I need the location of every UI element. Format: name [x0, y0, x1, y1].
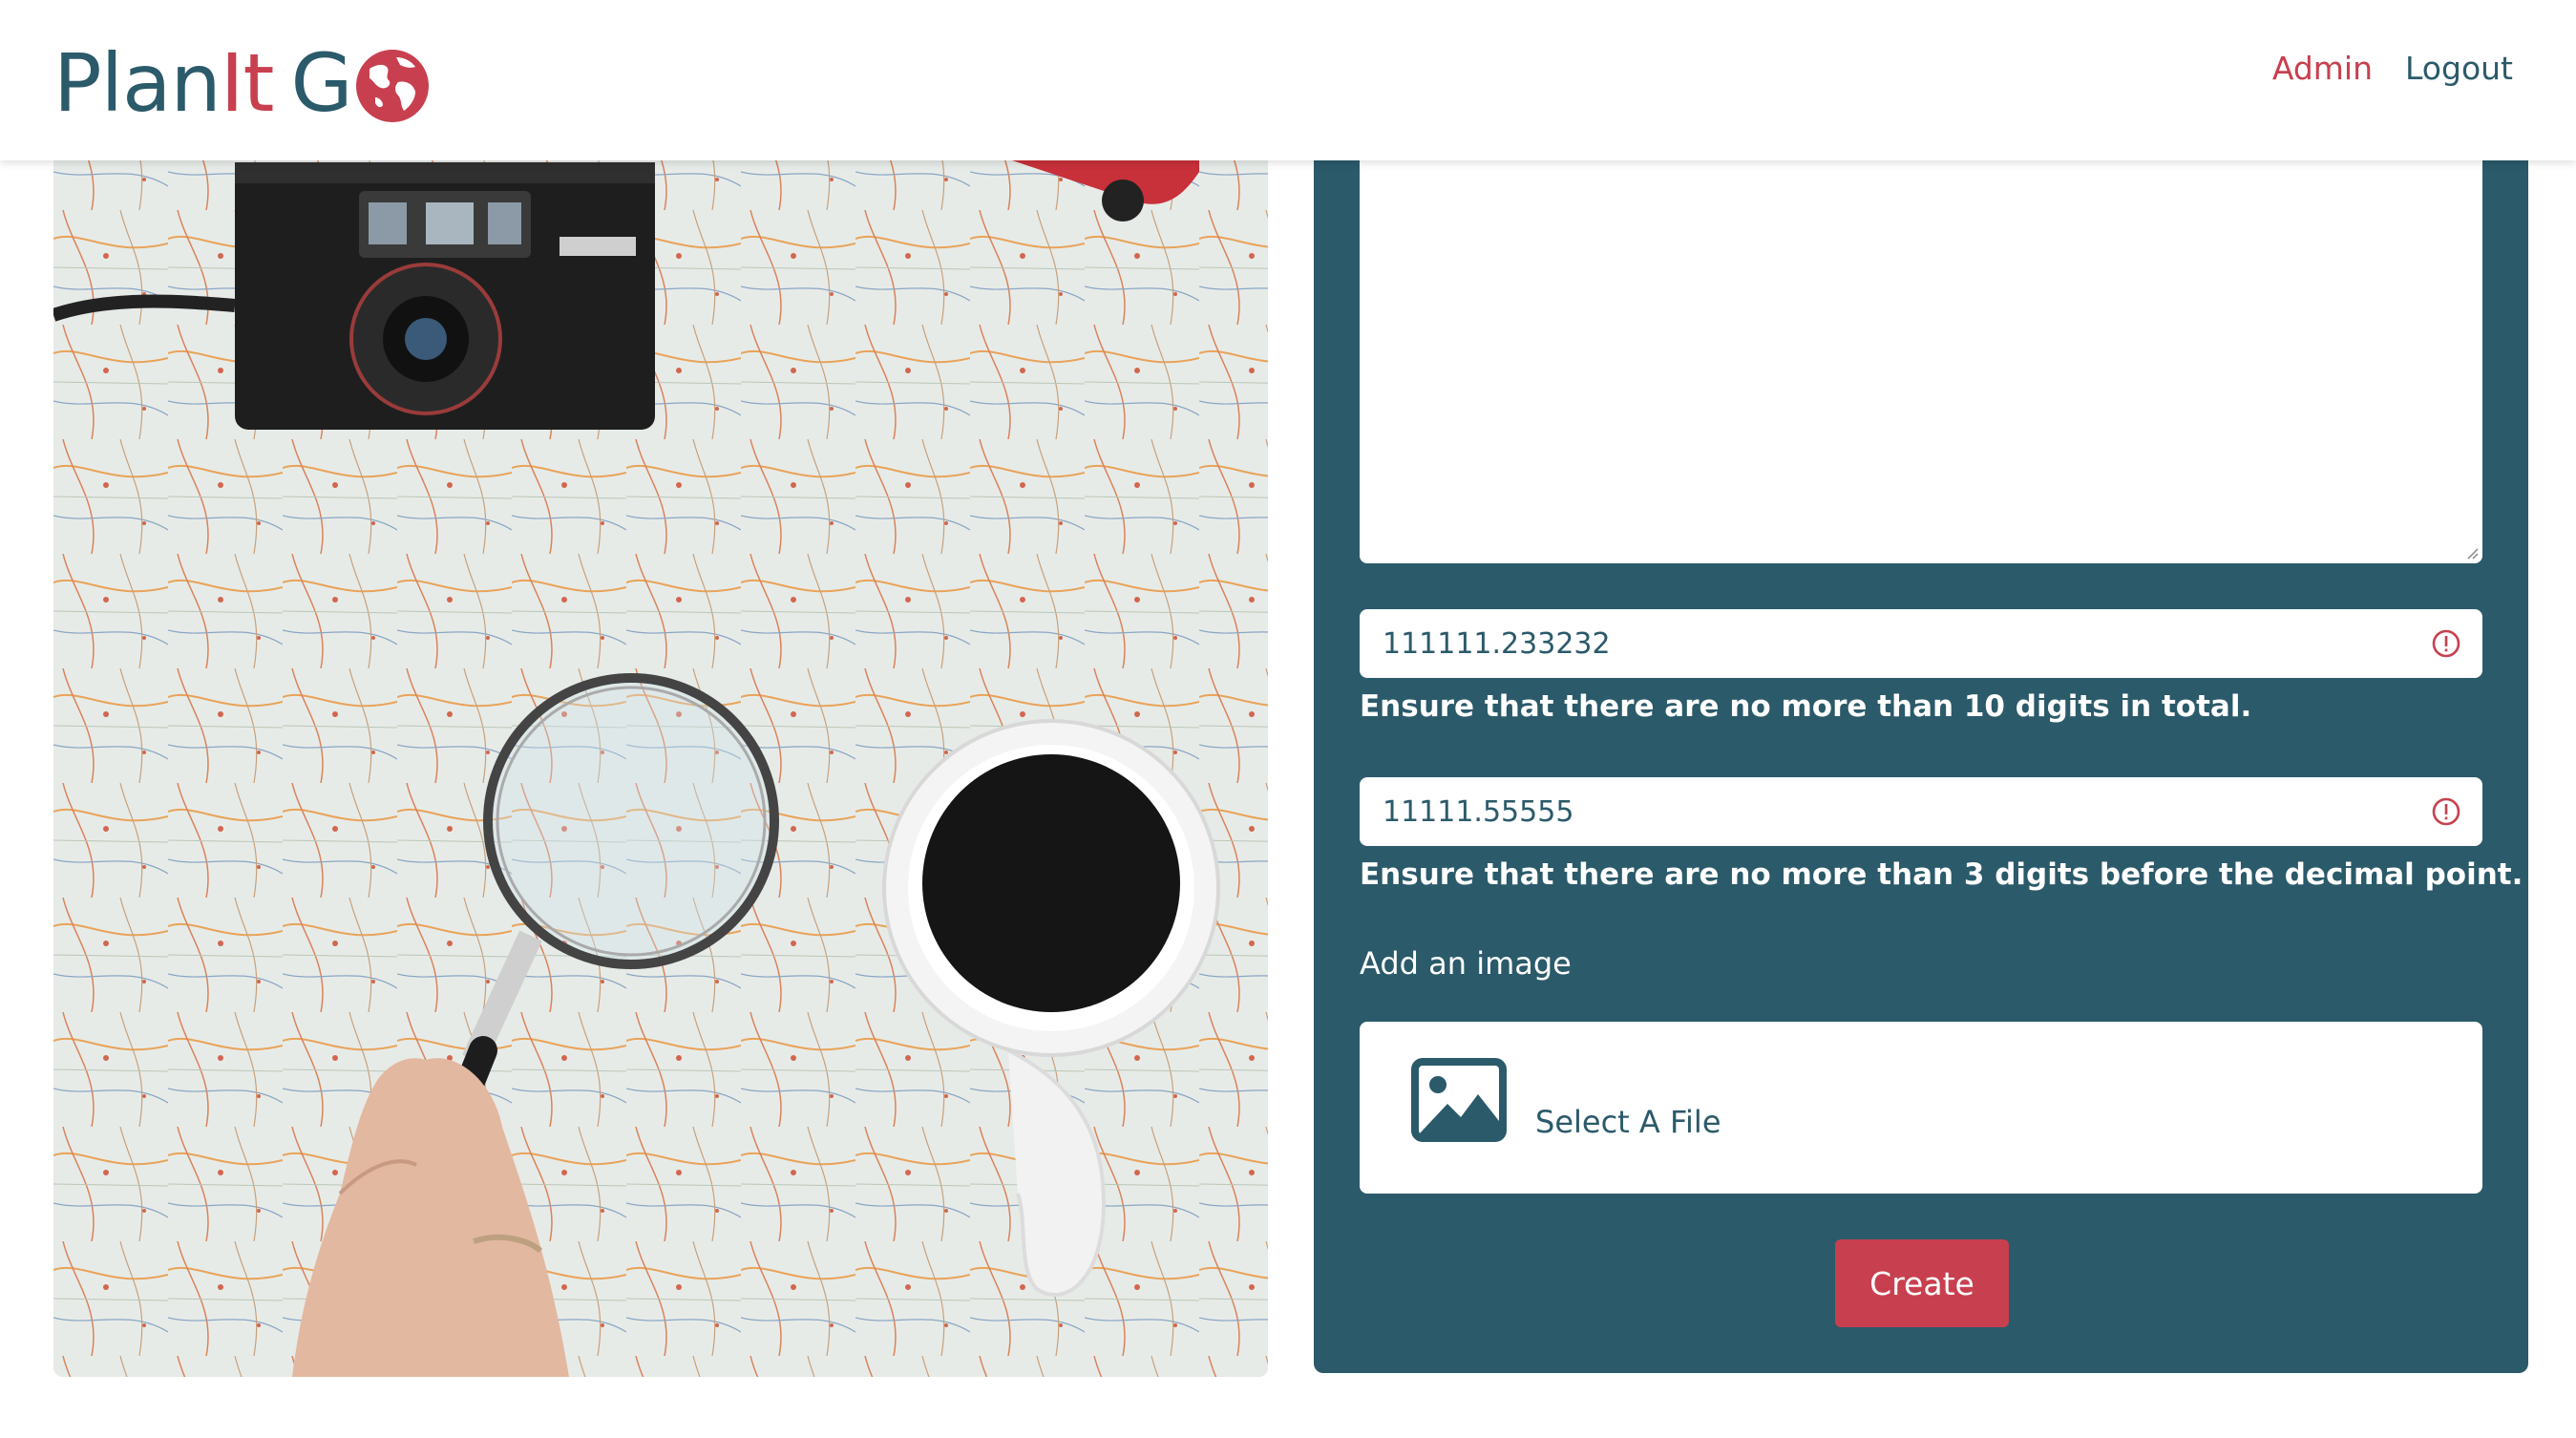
image-icon: [1411, 1058, 1507, 1142]
create-button[interactable]: Create: [1835, 1239, 2009, 1327]
latitude-input[interactable]: 111111.233232: [1360, 609, 2482, 678]
brand-text-g: G: [290, 36, 352, 130]
navbar: Plan It G Admin Logout: [0, 0, 2576, 160]
brand-text-plan: Plan: [53, 36, 222, 130]
longitude-error-message: Ensure that there are no more than 3 dig…: [1360, 857, 2523, 892]
alert-circle-icon: [2432, 797, 2460, 826]
hero-photo: [53, 95, 1268, 1377]
latitude-error-message: Ensure that there are no more than 10 di…: [1360, 689, 2252, 724]
brand-logo[interactable]: Plan It G: [53, 21, 431, 145]
add-image-label: Add an image: [1360, 945, 1572, 982]
resize-grip-icon[interactable]: [2465, 546, 2479, 560]
nav-logout-link[interactable]: Logout: [2405, 50, 2513, 87]
longitude-input-value: 11111.55555: [1383, 794, 1574, 829]
map-photo-illustration: [53, 95, 1268, 1377]
alert-circle-icon: [2432, 629, 2460, 658]
globe-icon: [355, 50, 429, 122]
select-file-label[interactable]: Select A File: [1535, 1104, 1721, 1140]
latitude-input-value: 111111.233232: [1383, 626, 1611, 661]
longitude-input[interactable]: 11111.55555: [1360, 777, 2482, 846]
file-select-dropzone[interactable]: Select A File: [1360, 1022, 2482, 1194]
nav-links: Admin Logout: [2272, 50, 2513, 87]
nav-admin-link[interactable]: Admin: [2272, 50, 2373, 87]
brand-text-it: It: [220, 36, 275, 130]
description-textarea[interactable]: [1360, 95, 2482, 563]
create-form-panel: 111111.233232 Ensure that there are no m…: [1314, 95, 2528, 1373]
